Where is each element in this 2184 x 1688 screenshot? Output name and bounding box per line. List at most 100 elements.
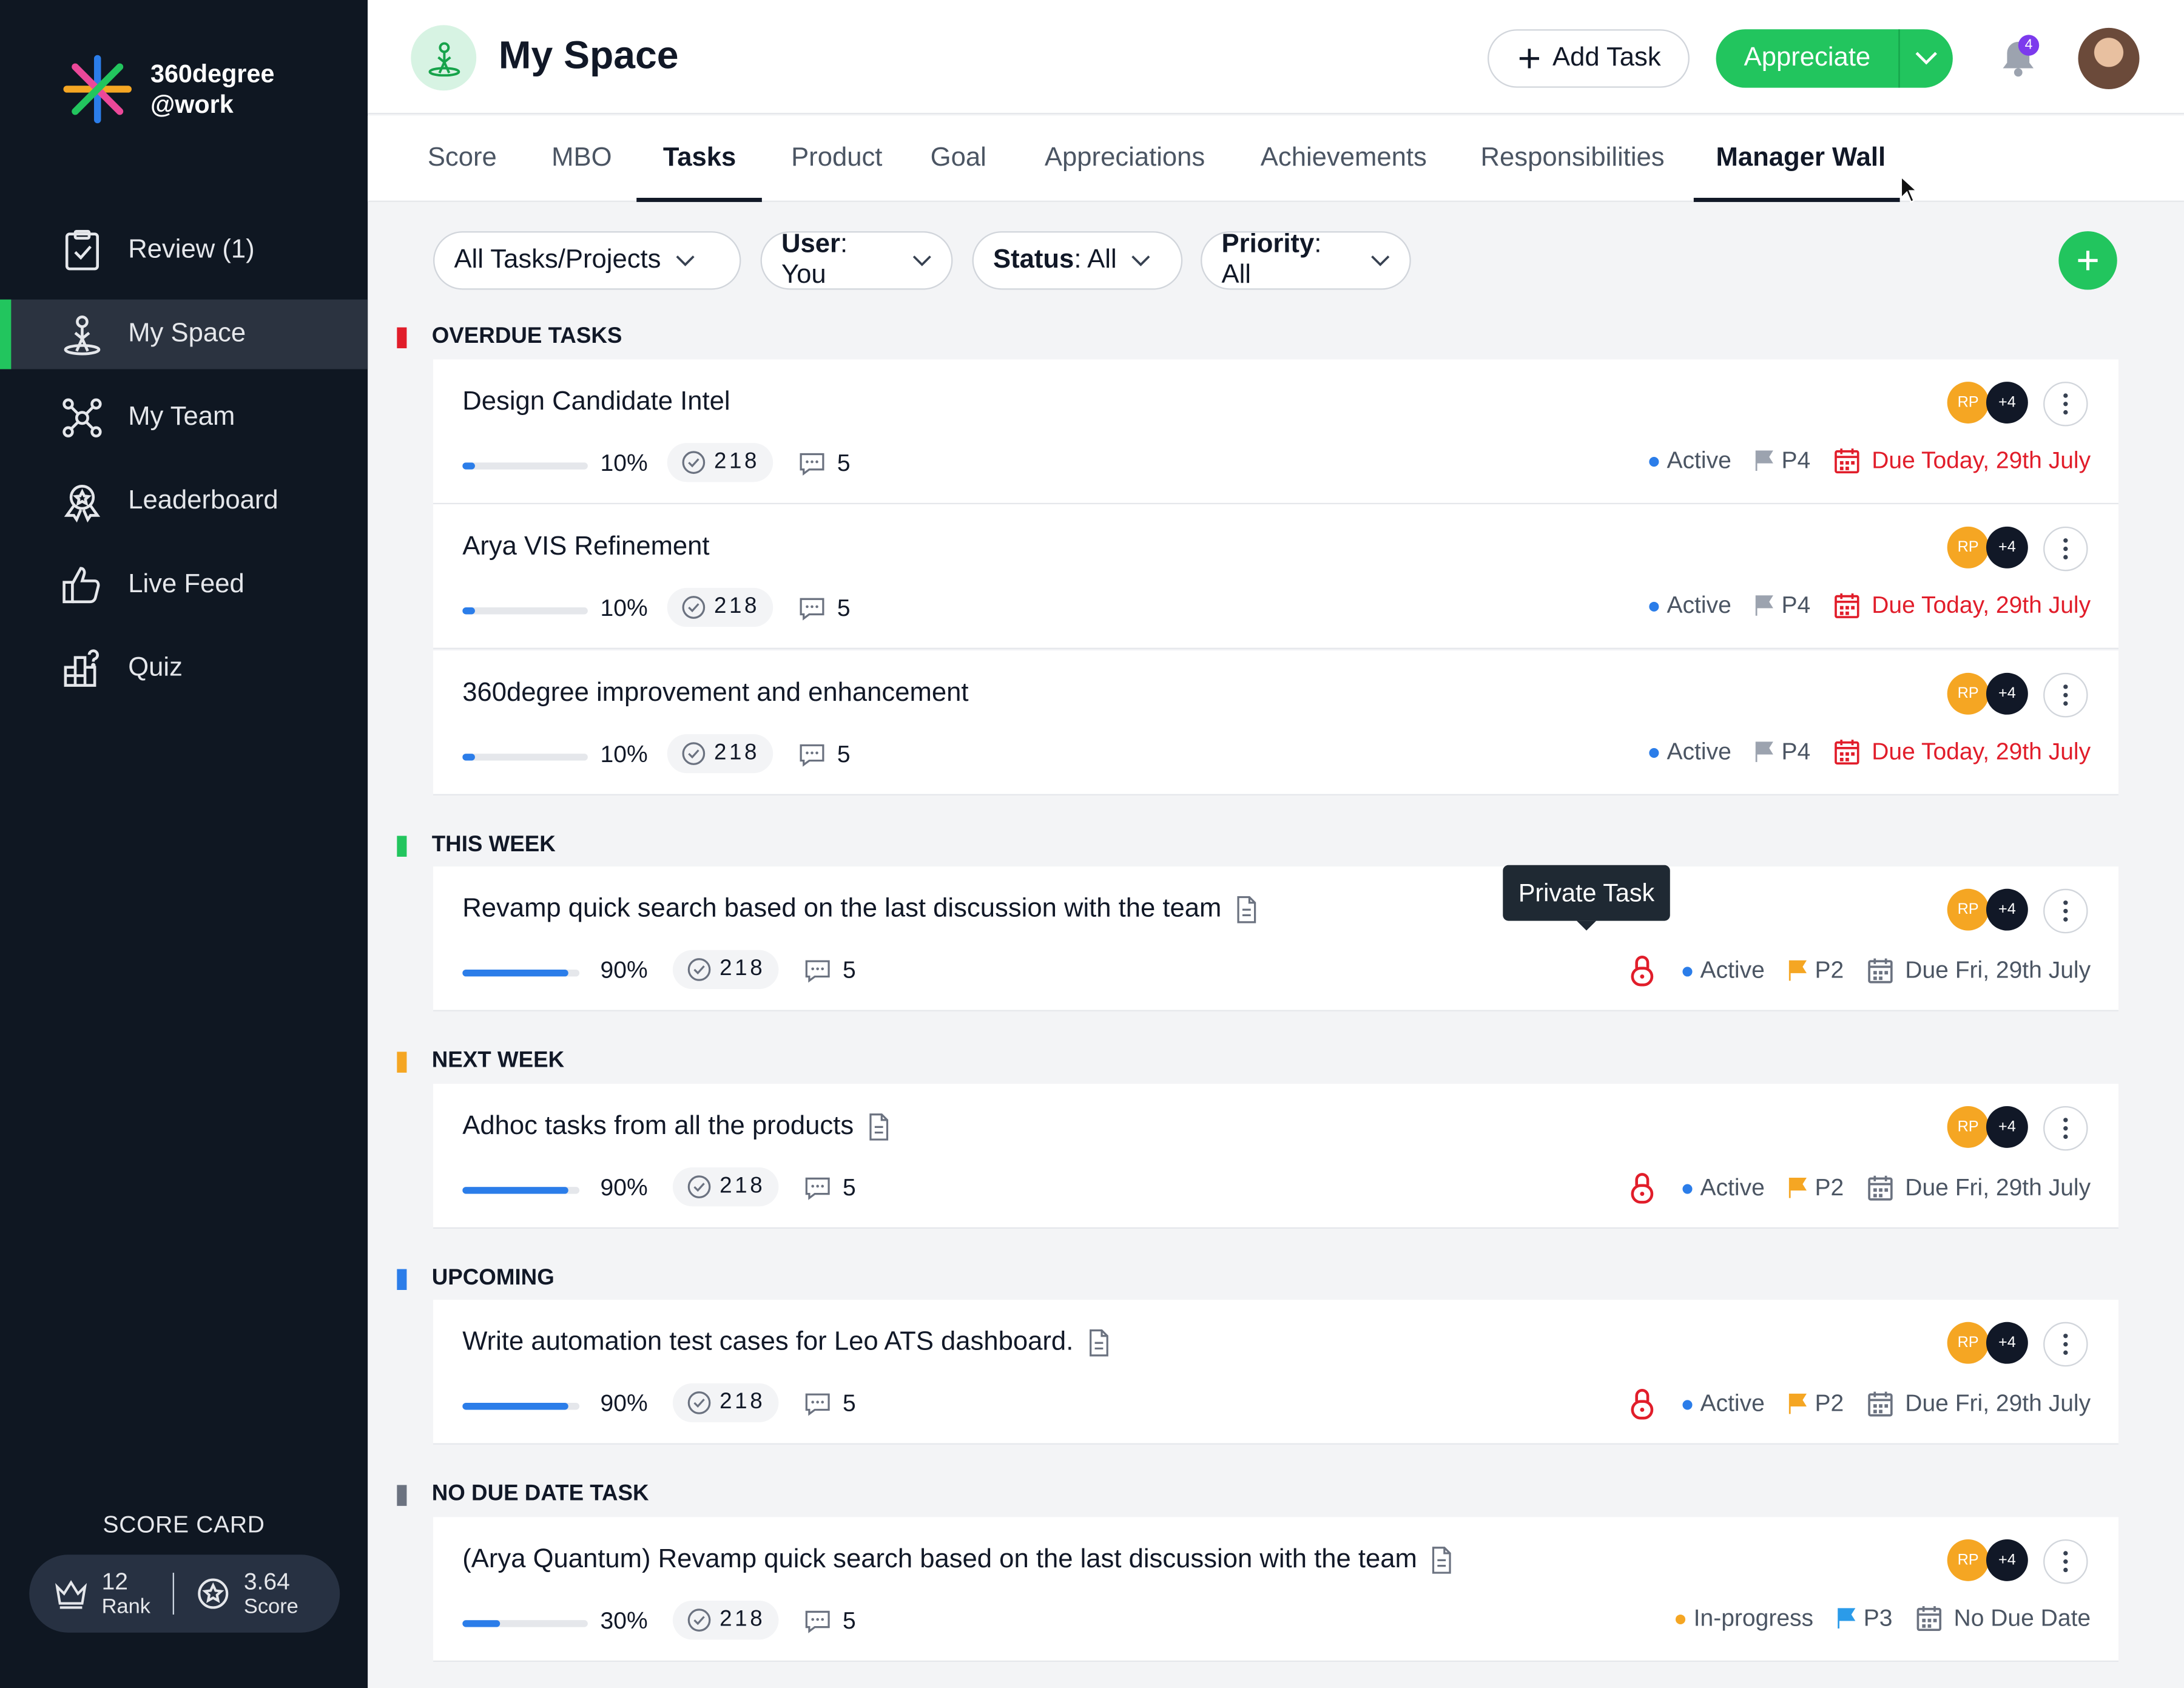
status-badge[interactable]: Active [1648,738,1731,766]
priority-text: P2 [1815,957,1844,984]
progress-fill [462,1402,568,1410]
task-card[interactable]: Arya VIS Refinement 10% 218 5 Active P4 Due To… [433,504,2119,649]
priority-badge[interactable]: P4 [1754,738,1810,766]
sidebar-item-live-feed[interactable]: Live Feed [0,550,368,620]
status-badge[interactable]: Active [1682,957,1765,985]
projects-filter[interactable]: All Tasks/Projects [433,231,741,290]
assignee-avatars[interactable]: RP +4 [1947,1539,2028,1581]
assignee-avatars[interactable]: RP +4 [1947,1106,2028,1148]
tab-score[interactable]: Score [428,143,497,201]
task-title[interactable]: Adhoc tasks from all the products [462,1112,890,1143]
task-menu-button[interactable] [2043,1322,2088,1367]
assignee-avatars[interactable]: RP +4 [1947,672,2028,715]
due-date[interactable]: Due Today, 29th July [1833,738,2091,766]
task-menu-button[interactable] [2043,672,2088,718]
task-card[interactable]: Adhoc tasks from all the products 90% 218 5… [433,1084,2119,1229]
comments-count[interactable]: 5 [804,957,856,985]
priority-filter[interactable]: Priority: All [1201,230,1411,290]
status-badge[interactable]: Active [1648,447,1731,475]
section-title-text: NEXT WEEK [431,1048,565,1073]
subtask-count[interactable]: 218 [672,1383,779,1423]
due-date[interactable]: Due Fri, 29th July [1866,1174,2091,1202]
tab-tasks[interactable]: Tasks [663,143,736,201]
tab-achievements[interactable]: Achievements [1261,143,1427,201]
comments-count[interactable]: 5 [804,1390,856,1418]
task-card[interactable]: 360degree improvement and enhancement 10%… [433,650,2119,795]
tab-responsibilities[interactable]: Responsibilities [1481,143,1665,201]
priority-badge[interactable]: P4 [1754,447,1810,475]
due-date[interactable]: Due Today, 29th July [1833,447,2091,475]
task-menu-button[interactable] [2043,888,2088,934]
logo[interactable]: 360degree @work [61,53,274,125]
assignee-avatar: RP [1947,526,1989,569]
appreciate-button[interactable]: Appreciate [1716,29,1900,88]
scorecard[interactable]: 12 Rank 3.64 Score [29,1555,340,1633]
sidebar-item-label: Leaderboard [128,486,278,516]
sidebar-item-leaderboard[interactable]: Leaderboard [0,467,368,536]
status-dot [1682,1399,1692,1409]
task-title[interactable]: Write automation test cases for Leo ATS … [462,1328,1110,1359]
assignee-avatars[interactable]: RP +4 [1947,382,2028,424]
comments-count[interactable]: 5 [798,595,851,623]
status-badge[interactable]: Active [1682,1390,1765,1418]
comments-count-text: 5 [837,450,851,477]
sidebar-item-quiz[interactable]: Quiz [0,634,368,704]
add-button[interactable] [2058,231,2117,290]
task-title[interactable]: Design Candidate Intel [462,387,730,418]
subtask-count[interactable]: 218 [672,950,779,990]
task-card[interactable]: Revamp quick search based on the last di… [433,866,2119,1011]
comments-count[interactable]: 5 [798,450,851,478]
due-date[interactable]: No Due Date [1915,1605,2091,1633]
priority-badge[interactable]: P3 [1836,1605,1892,1633]
subtask-count[interactable]: 218 [667,443,774,482]
comments-count[interactable]: 5 [804,1607,856,1635]
priority-badge[interactable]: P2 [1787,1390,1844,1418]
task-menu-button[interactable] [2043,1106,2088,1151]
tab-mbo[interactable]: MBO [551,143,612,201]
user-filter[interactable]: User: You [760,230,953,290]
due-date[interactable]: Due Today, 29th July [1833,592,2091,620]
task-meta: Active P2 Due Fri, 29th July [1629,1388,2091,1421]
subtask-count[interactable]: 218 [667,734,774,774]
subtask-count[interactable]: 218 [672,1600,779,1640]
add-task-button[interactable]: Add Task [1488,29,1690,88]
subtask-count[interactable]: 218 [672,1167,779,1207]
tab-goal[interactable]: Goal [931,143,986,201]
priority-badge[interactable]: P2 [1787,957,1844,985]
sidebar-item-review[interactable]: Review (1) [0,216,368,286]
tab-manager-wall[interactable]: Manager Wall [1716,143,1886,201]
task-menu-button[interactable] [2043,526,2088,572]
task-title[interactable]: (Arya Quantum) Revamp quick search based… [462,1545,1453,1576]
comments-count[interactable]: 5 [804,1174,856,1202]
task-card[interactable]: (Arya Quantum) Revamp quick search based… [433,1517,2119,1663]
notification-badge: 4 [2018,35,2040,56]
tab-product[interactable]: Product [791,143,882,201]
appreciate-dropdown-button[interactable] [1900,29,1953,87]
due-date[interactable]: Due Fri, 29th July [1866,1390,2091,1418]
comments-count[interactable]: 5 [798,741,851,769]
tab-appreciations[interactable]: Appreciations [1045,143,1205,201]
priority-badge[interactable]: P4 [1754,592,1810,620]
task-card[interactable]: Design Candidate Intel 10% 218 5 Active P4 Due… [433,359,2119,505]
task-title[interactable]: Arya VIS Refinement [462,532,709,563]
priority-badge[interactable]: P2 [1787,1174,1844,1202]
sidebar-item-my-space[interactable]: My Space [0,299,368,370]
status-badge[interactable]: In-progress [1675,1605,1813,1633]
task-title[interactable]: Revamp quick search based on the last di… [462,894,1258,925]
status-filter[interactable]: Status: All [972,231,1183,290]
task-menu-button[interactable] [2043,1539,2088,1584]
status-dot [1682,966,1692,976]
progress-fill [462,1187,568,1194]
subtask-count[interactable]: 218 [667,587,774,627]
status-badge[interactable]: Active [1648,592,1731,620]
task-menu-button[interactable] [2043,382,2088,427]
task-card[interactable]: Write automation test cases for Leo ATS … [433,1300,2119,1445]
sidebar-item-my-team[interactable]: My Team [0,383,368,453]
due-date[interactable]: Due Fri, 29th July [1866,957,2091,985]
assignee-avatars[interactable]: RP +4 [1947,1322,2028,1364]
task-title[interactable]: 360degree improvement and enhancement [462,678,968,709]
assignee-avatars[interactable]: RP +4 [1947,888,2028,931]
user-avatar[interactable] [2078,27,2140,89]
assignee-avatars[interactable]: RP +4 [1947,526,2028,569]
status-badge[interactable]: Active [1682,1174,1765,1202]
